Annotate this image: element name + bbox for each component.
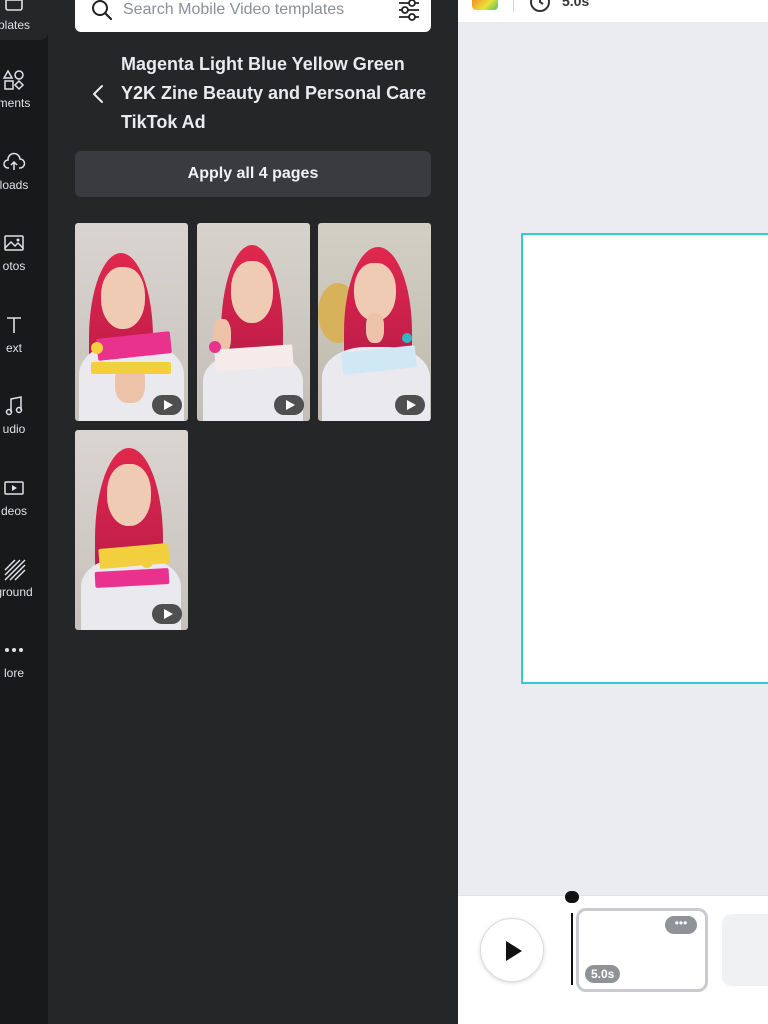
add-page-button[interactable]	[722, 914, 768, 986]
template-page-thumbnail[interactable]	[197, 223, 310, 421]
clock-icon[interactable]	[528, 0, 552, 14]
play-icon	[152, 604, 182, 624]
templates-panel: Magenta Light Blue Yellow Green Y2K Zine…	[48, 0, 458, 1024]
rail-label: loads	[0, 178, 29, 192]
play-icon	[395, 395, 425, 415]
search-bar	[75, 0, 431, 32]
photos-icon	[4, 235, 24, 251]
timeline: ••• 5.0s	[458, 891, 768, 1024]
templates-icon	[5, 0, 23, 11]
more-icon[interactable]: •••	[665, 916, 697, 934]
rail-item-uploads[interactable]: loads	[0, 136, 48, 216]
rail-item-audio[interactable]: udio	[0, 380, 48, 460]
audio-icon	[5, 396, 23, 416]
apply-all-pages-button[interactable]: Apply all 4 pages	[75, 151, 431, 197]
rail-item-photos[interactable]: otos	[0, 217, 48, 297]
chevron-left-icon[interactable]	[88, 82, 110, 106]
search-input[interactable]	[123, 0, 383, 24]
rail-label: ground	[0, 585, 33, 599]
background-icon	[4, 559, 26, 581]
duration-readout[interactable]: 5.0s	[562, 0, 589, 9]
side-rail: plates ments loads otos ext udio deos g	[0, 0, 48, 1024]
rail-label: ext	[5, 341, 22, 355]
rail-label: plates	[0, 18, 31, 32]
rail-item-templates[interactable]: plates	[0, 0, 48, 40]
play-button[interactable]	[480, 918, 544, 982]
videos-icon	[4, 481, 24, 495]
filter-icon[interactable]	[395, 0, 423, 24]
template-title: Magenta Light Blue Yellow Green Y2K Zine…	[121, 54, 427, 132]
play-icon	[274, 395, 304, 415]
uploads-icon	[3, 152, 26, 170]
rail-label: udio	[2, 422, 26, 436]
design-page[interactable]	[521, 233, 768, 684]
toolbar: 5.0s	[458, 0, 768, 22]
rail-label: lore	[3, 666, 24, 680]
app-root: plates ments loads otos ext udio deos g	[0, 0, 768, 1024]
rail-label: ments	[0, 96, 31, 110]
playhead-handle[interactable]	[565, 891, 579, 903]
rail-label: deos	[0, 504, 28, 518]
playhead[interactable]	[571, 913, 573, 985]
rail-item-videos[interactable]: deos	[0, 462, 48, 542]
elements-icon	[2, 69, 25, 91]
color-picker-icon[interactable]	[472, 0, 498, 10]
template-page-thumbnail[interactable]	[75, 223, 188, 421]
rail-item-elements[interactable]: ments	[0, 54, 48, 134]
rail-item-text[interactable]: ext	[0, 299, 48, 379]
toolbar-divider	[513, 0, 514, 12]
rail-item-more[interactable]: lore	[0, 624, 48, 704]
rail-label: otos	[2, 259, 26, 273]
rail-item-background[interactable]: ground	[0, 543, 48, 623]
search-icon	[92, 0, 113, 21]
play-icon	[152, 395, 182, 415]
template-page-thumbnail[interactable]	[318, 223, 431, 421]
clip-duration-badge: 5.0s	[585, 965, 621, 983]
text-icon	[7, 317, 21, 333]
template-page-thumbnail[interactable]	[75, 430, 188, 630]
more-icon	[5, 648, 23, 652]
timeline-clip[interactable]: ••• 5.0s	[576, 908, 708, 992]
editor-canvas: 5.0s ••• 5.0s	[458, 0, 768, 1024]
